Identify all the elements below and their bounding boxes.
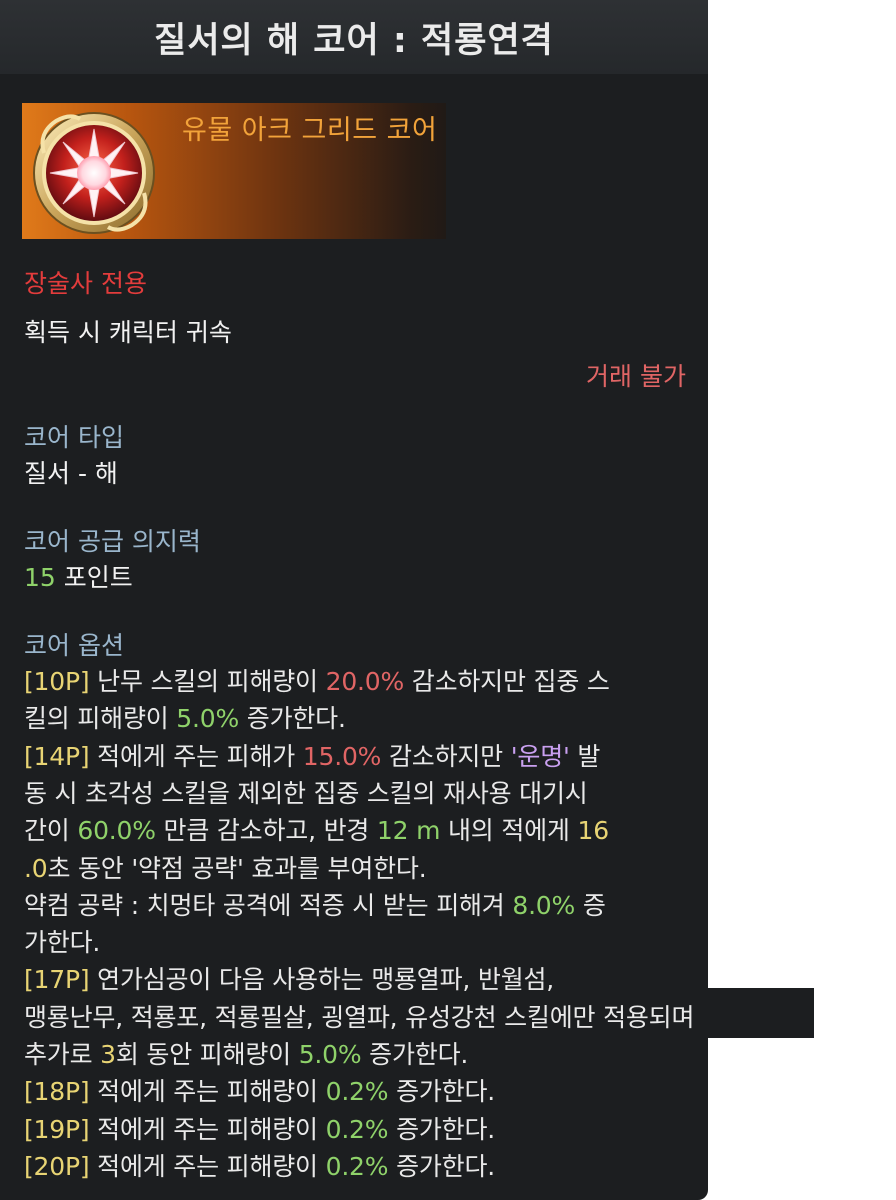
core-option-segment: 5.0%	[176, 704, 240, 734]
item-banner: 유물 아크 그리드 코어	[22, 103, 446, 239]
item-name: 유물 아크 그리드 코어	[182, 115, 438, 146]
core-option-segment: 발	[569, 741, 601, 771]
core-option-segment: 연가심공이 다음 사용하는 맹룡열파, 반월섬,	[89, 965, 555, 995]
core-option-segment: [14P]	[24, 741, 90, 771]
core-option-segment: 맹룡난무, 적룡포, 적룡필살, 굉열파, 유성강천 스킬에만 적용되며	[24, 1002, 695, 1032]
core-option-segment: 증가한다.	[239, 704, 346, 734]
core-option-segment: 적에게 주는 피해량이	[89, 1151, 326, 1181]
core-option-line: [18P] 적에게 주는 피해량이 0.2% 증가한다.	[24, 1072, 495, 1108]
willpower-number: 15	[24, 563, 56, 592]
willpower-unit: 포인트	[55, 563, 133, 592]
core-option-segment: 증가한다.	[388, 1077, 496, 1107]
core-option-segment: 5.0%	[298, 1040, 362, 1069]
core-option-segment: [20P]	[24, 1151, 90, 1181]
core-option-segment: 증가한다.	[388, 1114, 496, 1144]
core-option-segment: 적에게 주는 피해가	[89, 741, 303, 771]
core-option-segment: 3	[100, 1040, 116, 1069]
core-option-line: 동 시 초각성 스킬을 제외한 집중 스킬의 재사용 대기시	[24, 774, 588, 810]
core-option-segment: 간이	[24, 816, 78, 846]
core-option-segment: '운명'	[510, 741, 570, 771]
core-type-label: 코어 타입	[24, 423, 124, 452]
core-option-segment: 킬의 피해량이	[24, 704, 177, 734]
core-option-line: [19P] 적에게 주는 피해량이 0.2% 증가한다.	[24, 1110, 495, 1146]
item-title: 질서의 해 코어 : 적룡연격	[154, 20, 554, 61]
core-option-segment: 초 동안 '약점 공략' 효과를 부여한다.	[47, 853, 427, 883]
core-option-segment: 16	[577, 816, 609, 846]
core-option-line: 맹룡난무, 적룡포, 적룡필살, 굉열파, 유성강천 스킬에만 적용되며	[24, 998, 694, 1034]
core-options-label: 코어 옵션	[24, 631, 124, 660]
core-option-segment: 0.2%	[325, 1077, 389, 1107]
core-option-segment: 적에게 주는 피해량이	[89, 1114, 326, 1144]
core-option-segment: .0	[24, 853, 48, 883]
core-option-segment: 0.2%	[325, 1151, 389, 1181]
core-option-segment: 추가로	[24, 1040, 101, 1069]
core-option-line: [14P] 적에게 주는 피해가 15.0% 감소하지만 '운명' 발	[24, 737, 600, 773]
core-option-segment: 감소하지만	[381, 741, 511, 771]
core-option-segment: 15.0%	[302, 741, 382, 771]
core-option-segment: 증가한다.	[361, 1040, 469, 1069]
core-option-line: .0초 동안 '약점 공략' 효과를 부여한다.	[24, 849, 427, 885]
core-option-segment: 12 m	[376, 816, 441, 846]
core-option-segment: 회 동안 피해량이	[115, 1040, 299, 1069]
core-option-line: 간이 60.0% 만큼 감소하고, 반경 12 m 내의 적에게 16	[24, 811, 609, 847]
core-option-line: 가한다.	[24, 923, 100, 959]
core-option-line: [17P] 연가심공이 다음 사용하는 맹룡열파, 반월섬,	[24, 960, 554, 996]
core-option-segment: [17P]	[24, 965, 90, 995]
core-option-segment: 난무 스킬의 피해량이	[89, 667, 326, 696]
option-line-overflow-bg	[700, 988, 814, 1038]
core-type-value: 질서 - 해	[24, 459, 118, 488]
core-option-segment: 동 시 초각성 스킬을 제외한 집중 스킬의 재사용 대기시	[24, 778, 588, 808]
trade-status: 거래 불가	[586, 362, 686, 391]
item-tooltip: 질서의 해 코어 : 적룡연격 유물 아크 그리드 코어 장술사 전용 획득 시…	[0, 0, 708, 1200]
willpower-label: 코어 공급 의지력	[24, 527, 201, 556]
sun-emblem-icon	[33, 112, 155, 234]
core-option-segment: 감소하지만 집중 스	[404, 667, 610, 696]
core-option-segment: 0.2%	[325, 1114, 389, 1144]
core-option-segment: 만큼 감소하고, 반경	[155, 816, 377, 846]
core-option-line: 킬의 피해량이 5.0% 증가한다.	[24, 699, 346, 735]
core-option-line: 추가로 3회 동안 피해량이 5.0% 증가한다.	[24, 1035, 468, 1071]
core-option-segment: 20.0%	[325, 667, 405, 696]
core-option-segment: 60.0%	[77, 816, 156, 846]
core-option-segment: [19P]	[24, 1114, 90, 1144]
core-option-segment: 약컴 공략 : 치멍타 공격에 적증 시 받는 피해겨	[24, 890, 513, 920]
willpower-value: 15 포인트	[24, 558, 133, 594]
core-option-segment: 적에게 주는 피해량이	[89, 1077, 326, 1107]
core-option-segment: 가한다.	[24, 928, 101, 958]
core-option-line: [20P] 적에게 주는 피해량이 0.2% 증가한다.	[24, 1147, 495, 1183]
core-option-segment: 8.0%	[512, 890, 576, 920]
core-option-line: 약컴 공략 : 치멍타 공격에 적증 시 받는 피해겨 8.0% 증	[24, 886, 606, 922]
core-option-segment: 증가한다.	[388, 1151, 496, 1181]
core-option-segment: 내의 적에게	[440, 816, 578, 846]
core-option-line: [10P] 난무 스킬의 피해량이 20.0% 감소하지만 집중 스	[24, 662, 610, 698]
tooltip-title-bar: 질서의 해 코어 : 적룡연격	[0, 0, 708, 74]
core-option-segment: [10P]	[24, 667, 90, 696]
core-option-segment: [18P]	[24, 1077, 90, 1107]
core-option-segment: 증	[575, 890, 606, 920]
bind-status: 획득 시 캐릭터 귀속	[24, 318, 232, 347]
class-restriction: 장술사 전용	[24, 269, 147, 298]
